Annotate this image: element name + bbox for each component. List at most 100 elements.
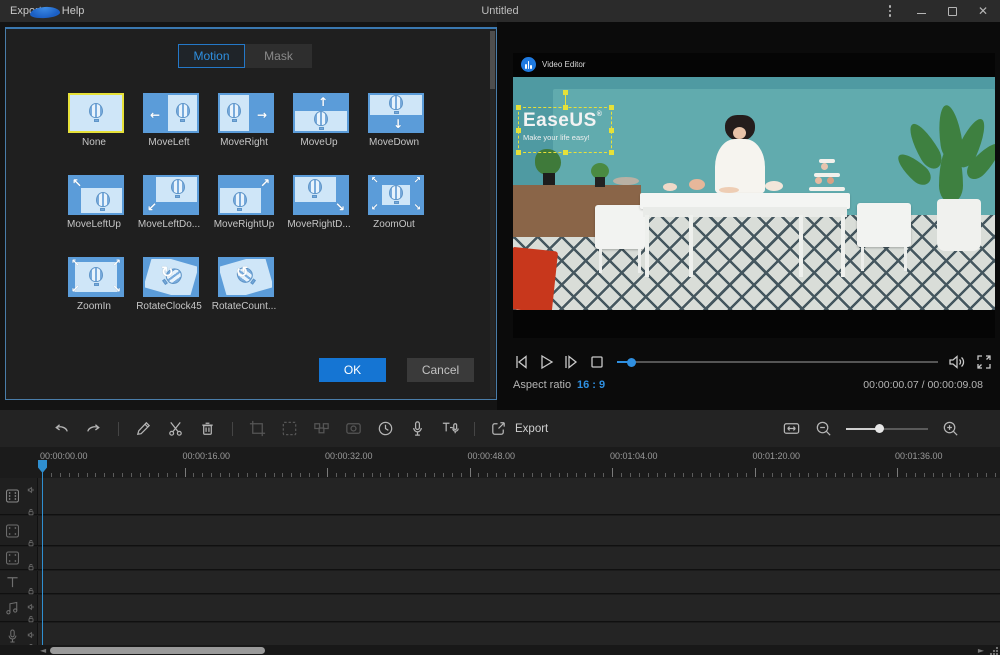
maximize-button[interactable] — [941, 2, 963, 20]
track-row-3[interactable] — [0, 547, 1000, 570]
resize-handle[interactable] — [609, 128, 614, 133]
cancel-button[interactable]: Cancel — [407, 358, 474, 382]
track-row-4[interactable] — [0, 571, 1000, 594]
preset-thumbnail: ↑ — [293, 93, 349, 133]
motion-preset-zoomout[interactable]: ↖↗↙↘ZoomOut — [368, 175, 424, 230]
resize-handle[interactable] — [609, 150, 614, 155]
direction-arrow-icon: ↗ — [113, 259, 121, 269]
motion-preset-moveright[interactable]: →MoveRight — [218, 93, 274, 148]
track-lock-icon[interactable] — [27, 582, 35, 590]
undo-icon[interactable] — [52, 419, 71, 438]
balloon-icon — [170, 179, 185, 199]
close-button[interactable]: ✕ — [972, 2, 994, 20]
voiceover-mic-icon[interactable] — [408, 419, 427, 438]
app-window: Export Help Untitled ✕ Motion Mask None←… — [0, 0, 1000, 655]
track-mute-speaker-icon[interactable] — [27, 626, 35, 634]
motion-preset-movedown[interactable]: ↓MoveDown — [368, 93, 424, 148]
balloon-icon — [314, 111, 329, 131]
aspect-ratio-value[interactable]: 16 : 9 — [577, 379, 605, 391]
track-mute-speaker-icon[interactable] — [27, 598, 35, 606]
pip-track-icon — [4, 550, 21, 567]
balloon-icon — [95, 192, 110, 212]
seek-bar[interactable] — [617, 361, 938, 363]
motion-preset-rotatecount-[interactable]: ↺RotateCount... — [218, 257, 274, 312]
watermark-selected-object[interactable]: EaseUS® Make your life easy! — [518, 107, 612, 153]
redo-icon[interactable] — [84, 419, 103, 438]
track-row-5[interactable] — [0, 595, 1000, 622]
track-row-1[interactable] — [0, 478, 1000, 515]
fit-timeline-icon[interactable] — [782, 419, 801, 438]
resize-handle[interactable] — [563, 150, 568, 155]
next-frame-button[interactable] — [561, 352, 581, 372]
motion-preset-moverightd-[interactable]: ↘MoveRightD... — [293, 175, 349, 230]
scroll-left-arrow[interactable]: ◄ — [40, 646, 46, 655]
scroll-right-arrow[interactable]: ► — [978, 646, 984, 655]
zoom-in-icon[interactable] — [941, 419, 960, 438]
fullscreen-icon[interactable] — [974, 352, 994, 372]
window-title: Untitled — [0, 5, 1000, 17]
play-button[interactable] — [536, 352, 556, 372]
track-lock-icon[interactable] — [27, 610, 35, 618]
timeline-scrollbar[interactable]: ◄ ► — [0, 645, 1000, 655]
more-menu-button[interactable] — [879, 2, 901, 20]
track-lock-icon[interactable] — [27, 534, 35, 542]
duration-clock-icon[interactable] — [376, 419, 395, 438]
motion-preset-moveleftdo-[interactable]: ↙MoveLeftDo... — [143, 175, 199, 230]
ruler-label: 00:01:04.00 — [610, 451, 658, 461]
preset-thumbnail: ↻ — [143, 257, 199, 297]
track-row-2[interactable] — [0, 516, 1000, 546]
resize-handle[interactable] — [516, 105, 521, 110]
track-mute-speaker-icon[interactable] — [27, 481, 35, 489]
direction-arrow-icon: ↖ — [72, 177, 82, 189]
letterbox-bottom — [513, 310, 995, 338]
ruler-label: 00:00:16.00 — [183, 451, 231, 461]
ruler-label: 00:00:48.00 — [468, 451, 516, 461]
minimize-button[interactable] — [910, 2, 932, 20]
motion-preset-moveup[interactable]: ↑MoveUp — [293, 93, 349, 148]
motion-preset-rotateclock45[interactable]: ↻RotateClock45 — [143, 257, 199, 312]
previous-frame-button[interactable] — [511, 352, 531, 372]
text-to-speech-icon[interactable] — [440, 419, 459, 438]
volume-icon[interactable] — [947, 352, 967, 372]
video-preview[interactable]: Video Editor — [513, 53, 995, 338]
motion-preset-moveleft[interactable]: ←MoveLeft — [143, 93, 199, 148]
tab-motion[interactable]: Motion — [178, 44, 245, 68]
preset-thumbnail: ↗ — [218, 175, 274, 215]
motion-preset-zoomin[interactable]: ↖↗↙↘ZoomIn — [68, 257, 124, 312]
ruler-label: 00:01:36.00 — [895, 451, 943, 461]
export-button[interactable]: Export — [489, 419, 548, 438]
zoom-out-icon[interactable] — [814, 419, 833, 438]
resize-handle[interactable] — [563, 105, 568, 110]
stop-button[interactable] — [587, 352, 607, 372]
cut-scissors-icon[interactable] — [166, 419, 185, 438]
mosaic-icon[interactable] — [312, 419, 331, 438]
seek-handle[interactable] — [627, 358, 636, 367]
resize-grip-icon[interactable] — [989, 646, 998, 655]
timeline-zoom-slider[interactable] — [846, 428, 928, 430]
ruler-label: 00:00:00.00 — [40, 451, 88, 461]
motion-preset-moveleftup[interactable]: ↖MoveLeftUp — [68, 175, 124, 230]
balloon-icon — [389, 185, 404, 205]
motion-preset-none[interactable]: None — [68, 93, 124, 148]
tab-mask[interactable]: Mask — [245, 44, 312, 68]
track-lock-icon[interactable] — [27, 558, 35, 566]
panel-scrollbar[interactable] — [490, 31, 495, 397]
ok-button[interactable]: OK — [319, 358, 386, 382]
timeline-ruler[interactable]: 00:00:00.0000:00:16.0000:00:32.0000:00:4… — [0, 447, 1000, 478]
video-track-icon — [4, 488, 21, 505]
motion-preset-moverightup[interactable]: ↗MoveRightUp — [218, 175, 274, 230]
delete-trash-icon[interactable] — [198, 419, 217, 438]
edit-pencil-icon[interactable] — [134, 419, 153, 438]
zoom-slider-handle[interactable] — [875, 424, 884, 433]
preset-label: MoveLeft — [131, 137, 207, 148]
freeze-frame-icon[interactable] — [344, 419, 363, 438]
resize-handle[interactable] — [516, 128, 521, 133]
track-lock-icon[interactable] — [27, 503, 35, 511]
crop-icon[interactable] — [248, 419, 267, 438]
resize-handle[interactable] — [516, 150, 521, 155]
scrollbar-thumb[interactable] — [50, 647, 265, 654]
zoom-region-icon[interactable] — [280, 419, 299, 438]
rotate-handle[interactable] — [563, 90, 568, 95]
resize-handle[interactable] — [609, 105, 614, 110]
direction-arrow-icon: ↓ — [393, 118, 403, 130]
